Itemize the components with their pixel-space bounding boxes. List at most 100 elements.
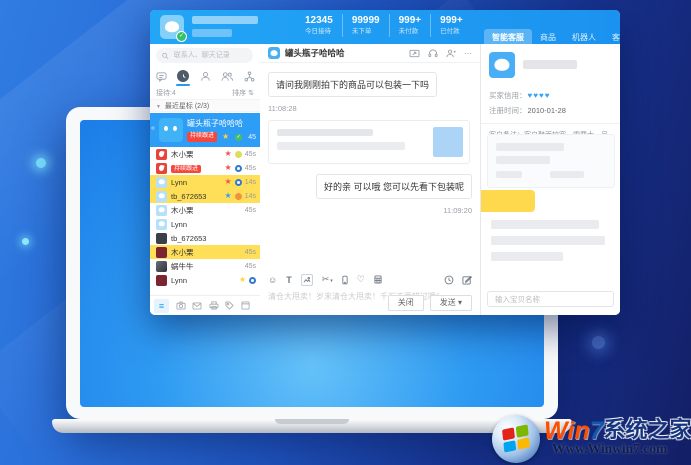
contact-avatar bbox=[156, 219, 167, 230]
phone-icon[interactable] bbox=[342, 275, 348, 285]
group-header-recent-starred[interactable]: ▼ 最近星标 (2/3) bbox=[150, 99, 260, 112]
response-time: 45s bbox=[245, 151, 256, 158]
screen-share-icon[interactable] bbox=[409, 49, 420, 58]
sell-tag-icon[interactable] bbox=[225, 301, 234, 310]
redacted-buyer-name bbox=[523, 60, 577, 69]
contact-row[interactable]: 蜗牛牛 45s bbox=[150, 259, 260, 273]
contact-name: 木小栗 bbox=[171, 205, 242, 216]
camera-icon[interactable] bbox=[176, 301, 186, 310]
status-dot-icon bbox=[235, 151, 242, 158]
caret-down-icon: ▼ bbox=[156, 104, 161, 110]
recent-clock-icon[interactable] bbox=[177, 70, 189, 82]
chat-filter-icon[interactable] bbox=[155, 70, 167, 82]
redacted-text-bar bbox=[496, 156, 550, 164]
watermark-url: Www.Winwin7.com bbox=[552, 441, 667, 457]
tab-smart-service[interactable]: 智能客服 bbox=[484, 29, 532, 44]
redacted-text-bar bbox=[491, 252, 563, 261]
more-icon[interactable]: ⋯ bbox=[464, 49, 472, 58]
scissors-icon[interactable]: ✂▾ bbox=[322, 274, 333, 285]
contact-name: 蜗牛牛 bbox=[171, 261, 242, 272]
contact-row[interactable]: tb_672653 bbox=[150, 231, 260, 245]
sidebar-bottom-toolbar: ≡ bbox=[150, 295, 260, 315]
redacted-shop-name bbox=[192, 16, 258, 24]
tab-products[interactable]: 商品 bbox=[532, 29, 564, 44]
stat-value: 99999 bbox=[352, 15, 380, 27]
follow-up-badge: 持续跟进 bbox=[187, 132, 217, 141]
follow-up-badge: 持续跟进 bbox=[171, 165, 201, 173]
stat-label: 未下单 bbox=[352, 27, 380, 36]
contact-row[interactable]: Lynn ★ bbox=[150, 273, 260, 287]
highlighted-tag-block[interactable] bbox=[481, 190, 535, 212]
contact-sidebar: 接待:4 排序 ⇅ ▼ 最近星标 (2/3) « 罐头瓶子哈哈哈 bbox=[150, 44, 261, 315]
contact-row-selected[interactable]: « 罐头瓶子哈哈哈 持续跟进 ★ ✓ 45s bbox=[150, 113, 260, 147]
contact-avatar bbox=[156, 247, 167, 258]
tab-customer[interactable]: 客户 bbox=[604, 29, 620, 44]
panel-tabs: 智能客服 商品 机器人 客户 bbox=[484, 29, 620, 44]
emoji-icon[interactable]: ☺ bbox=[268, 275, 277, 285]
note-edit-icon[interactable] bbox=[462, 275, 472, 285]
status-ring-icon bbox=[235, 165, 242, 172]
product-card[interactable] bbox=[268, 120, 470, 164]
printer-icon[interactable] bbox=[209, 301, 219, 310]
stats-bar: 12345 今日接待 99999 未下单 999+ 未付款 999+ 已付款 bbox=[296, 14, 472, 37]
contact-row[interactable]: 持续跟进 ★ 45s bbox=[150, 161, 260, 175]
stat-unpaid[interactable]: 999+ 未付款 bbox=[389, 14, 431, 37]
stat-paid[interactable]: 999+ 已付款 bbox=[430, 14, 472, 37]
order-info-card[interactable] bbox=[487, 134, 615, 188]
outgoing-message: 好的亲 可以哦 您可以先看下包装呢 bbox=[316, 174, 472, 199]
customer-panel: 买家信用： ♥♥♥♥ 注册时间： 2010-01-28 客户备注：客户鞋面较宽，… bbox=[480, 44, 620, 315]
send-button[interactable]: 发送 ▾ bbox=[430, 295, 472, 311]
contact-row[interactable]: 木小栗 45s bbox=[150, 245, 260, 259]
add-person-icon[interactable] bbox=[446, 49, 456, 58]
buyer-avatar-large bbox=[489, 52, 515, 78]
contact-avatar bbox=[156, 275, 167, 286]
close-button[interactable]: 关闭 bbox=[388, 295, 424, 311]
product-name-input[interactable] bbox=[493, 294, 608, 305]
status-check-icon: ✓ bbox=[235, 134, 242, 141]
response-time: 45s bbox=[245, 263, 256, 270]
sidebar-meta-row: 接待:4 排序 ⇅ bbox=[156, 88, 254, 98]
stat-no-order[interactable]: 99999 未下单 bbox=[342, 14, 389, 37]
response-time: 45s bbox=[248, 134, 256, 141]
divider bbox=[481, 123, 620, 124]
status-ring-icon bbox=[235, 179, 242, 186]
contact-row[interactable]: Lynn bbox=[150, 217, 260, 231]
heart-icon[interactable]: ♡ bbox=[357, 274, 365, 285]
collapse-icon[interactable]: « bbox=[151, 125, 155, 132]
redacted-product-title bbox=[277, 129, 373, 136]
org-share-icon[interactable] bbox=[243, 70, 255, 82]
search-input[interactable] bbox=[172, 51, 247, 60]
contact-row[interactable]: 木小栗 45s bbox=[150, 203, 260, 217]
contact-row[interactable]: Lynn ★ 14s bbox=[150, 175, 260, 189]
image-icon[interactable] bbox=[301, 274, 313, 286]
tab-robot[interactable]: 机器人 bbox=[564, 29, 604, 44]
redacted-text-bar bbox=[496, 171, 522, 178]
dropdown-caret-icon: ▾ bbox=[330, 278, 333, 284]
star-icon: ★ bbox=[222, 133, 229, 141]
window-icon[interactable] bbox=[241, 301, 250, 310]
headset-icon[interactable] bbox=[428, 49, 438, 58]
seller-avatar[interactable]: ✓ bbox=[160, 15, 184, 39]
star-icon: ★ bbox=[225, 178, 232, 186]
response-time: 45s bbox=[245, 165, 256, 172]
redacted-product-info bbox=[277, 142, 405, 150]
contact-icon[interactable] bbox=[199, 70, 211, 82]
message-area: 请问我刚刚拍下的商品可以包装一下吗 11:08:28 好的亲 可以哦 您可以先看… bbox=[260, 62, 480, 272]
product-search-bar[interactable] bbox=[487, 291, 614, 307]
menu-icon[interactable]: ≡ bbox=[154, 299, 169, 313]
contact-row[interactable]: 木小栗 ★ 45s bbox=[150, 147, 260, 161]
text-format-icon[interactable]: T bbox=[286, 275, 292, 285]
send-caret-icon: ▾ bbox=[458, 298, 462, 307]
online-check-icon: ✓ bbox=[176, 31, 187, 42]
history-icon[interactable] bbox=[444, 275, 454, 285]
mail-icon[interactable] bbox=[192, 302, 202, 310]
star-icon: ★ bbox=[225, 192, 232, 200]
group-icon[interactable] bbox=[221, 70, 233, 82]
contact-row[interactable]: tb_672653 ★ 14s bbox=[150, 189, 260, 203]
calculator-icon[interactable] bbox=[374, 275, 382, 284]
search-bar[interactable] bbox=[156, 48, 253, 63]
response-time: 14s bbox=[245, 193, 256, 200]
stat-label: 今日接待 bbox=[305, 27, 333, 36]
sort-control[interactable]: 排序 ⇅ bbox=[232, 88, 254, 98]
stat-today-reception[interactable]: 12345 今日接待 bbox=[296, 14, 342, 37]
